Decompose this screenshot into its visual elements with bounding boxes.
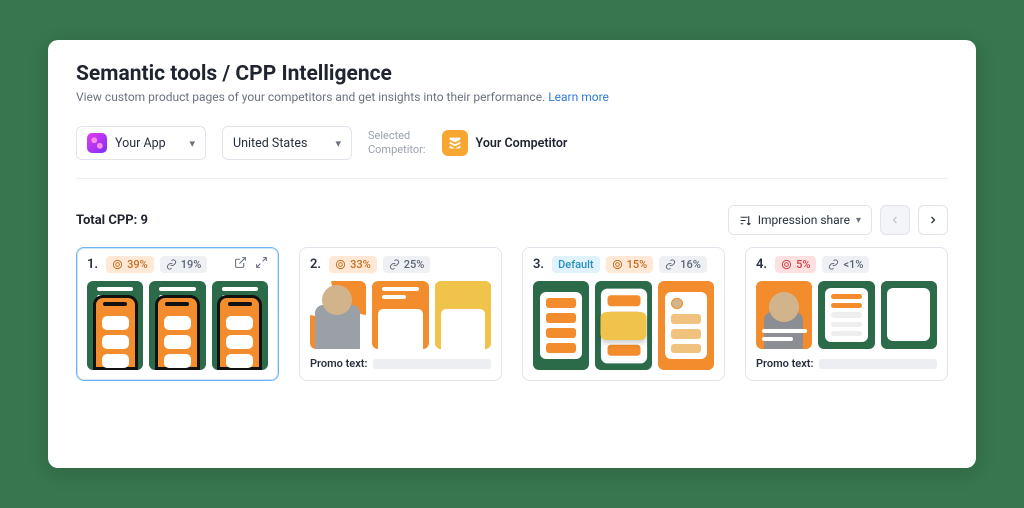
impression-share-badge: 5%	[775, 256, 816, 273]
app-icon	[87, 133, 107, 153]
screenshots	[756, 281, 937, 349]
screenshot	[435, 281, 491, 349]
link-share-badge: 16%	[659, 256, 707, 273]
screenshot	[595, 281, 651, 370]
expand-icon[interactable]	[255, 256, 268, 273]
screenshot	[310, 281, 366, 349]
card-rank: 2.	[310, 257, 321, 272]
open-external-icon[interactable]	[234, 256, 247, 273]
screenshot	[87, 281, 143, 370]
promo-text-placeholder	[373, 359, 491, 369]
cpp-card[interactable]: 3. Default 15% 16%	[522, 247, 725, 381]
cpp-card[interactable]: 2. 33% 25%	[299, 247, 502, 381]
screenshots	[87, 281, 268, 370]
total-cpp: Total CPP: 9	[76, 213, 148, 228]
sort-select[interactable]: Impression share ▾	[728, 205, 872, 235]
page-title: Semantic tools / CPP Intelligence	[76, 62, 948, 86]
sort-label: Impression share	[758, 213, 850, 227]
selected-competitor-label: Selected Competitor:	[368, 129, 426, 157]
link-icon	[665, 259, 676, 270]
card-rank: 1.	[87, 257, 98, 272]
chevron-down-icon: ▾	[189, 137, 195, 150]
link-share-badge: <1%	[822, 256, 869, 273]
promo-text-row: Promo text:	[310, 357, 491, 370]
country-select[interactable]: United States ▾	[222, 126, 352, 160]
competitor-app-icon	[442, 130, 468, 156]
chevron-left-icon	[889, 214, 901, 226]
target-icon	[612, 259, 623, 270]
target-icon	[112, 259, 123, 270]
impression-share-badge: 39%	[106, 256, 154, 273]
learn-more-link[interactable]: Learn more	[548, 90, 609, 104]
chevron-down-icon: ▾	[856, 215, 861, 226]
next-page-button[interactable]	[918, 205, 948, 235]
cpp-cards-row: 1. 39% 19%	[76, 247, 948, 381]
card-rank: 4.	[756, 257, 767, 272]
promo-label: Promo text:	[310, 357, 367, 370]
link-share-badge: 19%	[160, 256, 208, 273]
selected-competitor[interactable]: Your Competitor	[442, 130, 568, 156]
promo-text-placeholder	[819, 359, 937, 369]
cpp-card[interactable]: 4. 5% <1%	[745, 247, 948, 381]
screenshot	[818, 281, 874, 349]
link-icon	[166, 259, 177, 270]
screenshot	[149, 281, 205, 370]
screenshot	[756, 281, 812, 349]
promo-text-row: Promo text:	[756, 357, 937, 370]
target-icon	[335, 259, 346, 270]
screenshot	[533, 281, 589, 370]
card-rank: 3.	[533, 257, 544, 272]
chevron-right-icon	[927, 214, 939, 226]
link-icon	[828, 259, 839, 270]
default-badge: Default	[552, 256, 599, 273]
chevron-down-icon: ▾	[335, 137, 341, 150]
impression-share-badge: 33%	[329, 256, 377, 273]
cards-toolbar: Total CPP: 9 Impression share ▾	[76, 205, 948, 235]
link-share-badge: 25%	[383, 256, 431, 273]
competitor-name: Your Competitor	[476, 136, 568, 151]
page-subtitle: View custom product pages of your compet…	[76, 90, 948, 104]
country-select-label: United States	[233, 136, 307, 151]
target-icon	[781, 259, 792, 270]
sort-icon	[739, 214, 752, 227]
promo-label: Promo text:	[756, 357, 813, 370]
screenshots	[310, 281, 491, 349]
impression-share-badge: 15%	[606, 256, 654, 273]
screenshot	[658, 281, 714, 370]
breadcrumb-current: CPP Intelligence	[235, 62, 391, 86]
app-select-label: Your App	[115, 136, 166, 151]
filters-row: Your App ▾ United States ▾ Selected Comp…	[76, 126, 948, 179]
cpp-card[interactable]: 1. 39% 19%	[76, 247, 279, 381]
screenshot	[212, 281, 268, 370]
app-select[interactable]: Your App ▾	[76, 126, 206, 160]
breadcrumb-parent[interactable]: Semantic tools	[76, 62, 217, 86]
screenshots	[533, 281, 714, 370]
screenshot	[372, 281, 428, 349]
prev-page-button[interactable]	[880, 205, 910, 235]
screenshot	[881, 281, 937, 349]
cpp-intelligence-panel: Semantic tools / CPP Intelligence View c…	[48, 40, 976, 468]
link-icon	[389, 259, 400, 270]
